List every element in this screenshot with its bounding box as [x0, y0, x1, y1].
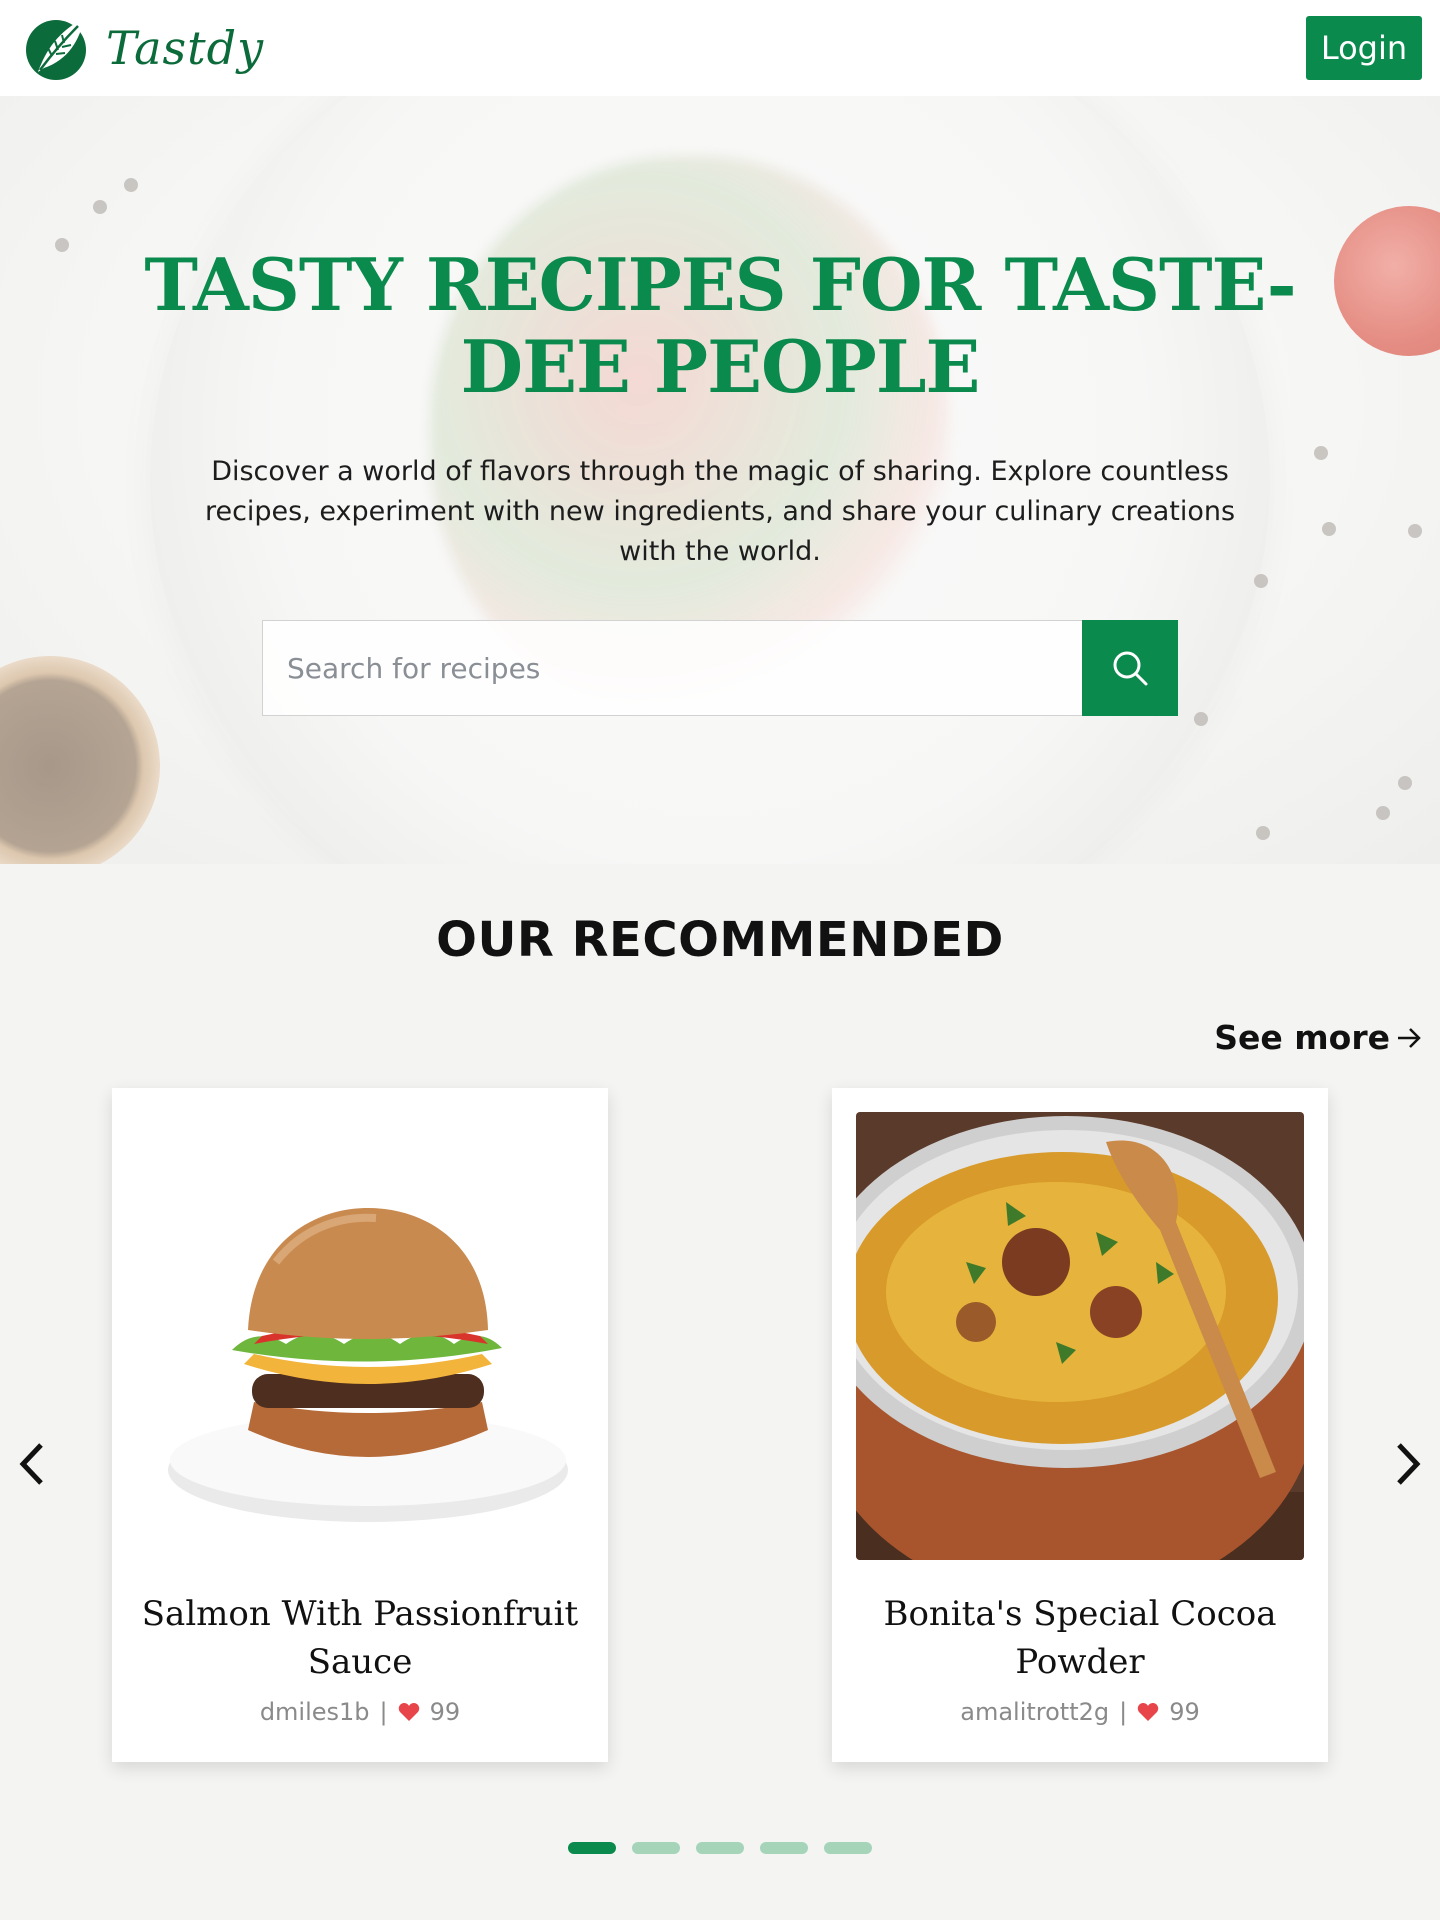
- peppercorn-dot: [1194, 712, 1208, 726]
- peppercorn-dot: [1256, 826, 1270, 840]
- site-header: Tastdy Login: [0, 0, 1440, 96]
- hero-description: Discover a world of flavors through the …: [204, 456, 1236, 567]
- pagination-dot-5[interactable]: [824, 1842, 872, 1854]
- brand-name: Tastdy: [106, 21, 265, 75]
- burger-image: [136, 1112, 584, 1560]
- heart-icon: [398, 1703, 419, 1721]
- peppercorn-dot: [124, 178, 138, 192]
- see-more-label: See more: [1214, 1018, 1390, 1057]
- peppercorn-dot: [1322, 522, 1336, 536]
- search-input[interactable]: [262, 620, 1082, 716]
- search-bar: [262, 620, 1178, 716]
- hero-section: TASTY RECIPES FOR TASTE-DEE PEOPLE Disco…: [0, 96, 1440, 864]
- pagination-dot-2[interactable]: [632, 1842, 680, 1854]
- recipe-title: Bonita's Special Cocoa Powder: [883, 1594, 1277, 1682]
- chevron-left-icon: [19, 1443, 43, 1485]
- brand-logo[interactable]: Tastdy: [18, 10, 264, 86]
- peppercorn-dot: [1408, 524, 1422, 538]
- peppercorn-dot: [1254, 574, 1268, 588]
- pagination-dot-1[interactable]: [568, 1842, 616, 1854]
- peppercorn-dot: [1376, 806, 1390, 820]
- biryani-image: [856, 1112, 1304, 1560]
- meta-separator: |: [1119, 1698, 1128, 1726]
- recipe-card[interactable]: Bonita's Special Cocoa Powder amalitrott…: [832, 1088, 1328, 1762]
- recipe-author: amalitrott2g: [960, 1698, 1110, 1726]
- recipe-title: Salmon With Passionfruit Sauce: [141, 1594, 579, 1682]
- peppercorn-dot: [93, 200, 107, 214]
- hero-tomato-image: [1334, 206, 1440, 356]
- meta-separator: |: [379, 1698, 388, 1726]
- carousel-next-button[interactable]: [1384, 1436, 1432, 1492]
- pagination-dot-4[interactable]: [760, 1842, 808, 1854]
- recipe-meta: amalitrott2g | 99: [832, 1698, 1328, 1726]
- hero-title: TASTY RECIPES FOR TASTE-DEE PEOPLE: [144, 242, 1296, 409]
- search-button[interactable]: [1082, 620, 1178, 716]
- section-title: OUR RECOMMENDED: [436, 912, 1004, 968]
- recipe-author: dmiles1b: [259, 1698, 370, 1726]
- leaf-logo-icon: [26, 18, 86, 80]
- see-more-link[interactable]: See more: [1214, 1018, 1422, 1057]
- recipe-card[interactable]: Salmon With Passionfruit Sauce dmiles1b …: [112, 1088, 608, 1762]
- arrow-right-icon: [1398, 1027, 1421, 1048]
- carousel-prev-button[interactable]: [8, 1436, 56, 1492]
- hero-pepper-bowl-image: [0, 656, 160, 864]
- chevron-right-icon: [1397, 1443, 1421, 1485]
- recipe-likes: 99: [429, 1698, 461, 1726]
- pagination-dot-3[interactable]: [696, 1842, 744, 1854]
- search-icon: [1113, 651, 1148, 686]
- recipe-likes: 99: [1169, 1698, 1200, 1726]
- carousel-pagination: [568, 1842, 872, 1854]
- heart-icon: [1138, 1703, 1159, 1721]
- peppercorn-dot: [1314, 446, 1328, 460]
- recipe-meta: dmiles1b | 99: [112, 1698, 608, 1726]
- peppercorn-dot: [1398, 776, 1412, 790]
- peppercorn-dot: [55, 238, 69, 252]
- login-button[interactable]: Login: [1306, 16, 1422, 80]
